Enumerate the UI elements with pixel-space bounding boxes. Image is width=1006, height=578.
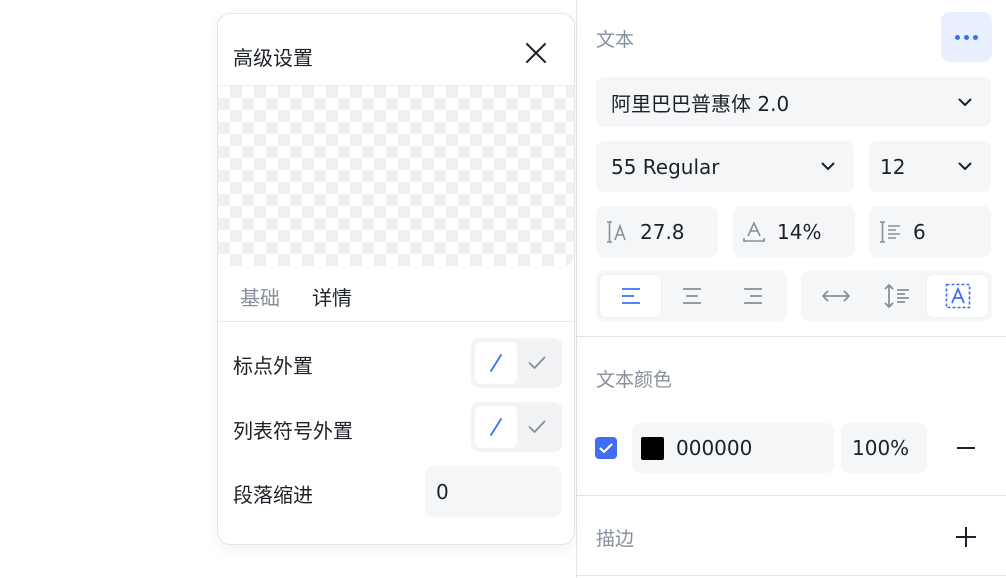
- line-height-icon: [605, 220, 631, 244]
- toggle-off-option[interactable]: [475, 406, 517, 448]
- close-button[interactable]: [520, 37, 552, 69]
- line-height-value: 27.8: [640, 219, 685, 244]
- fill-opacity-value: 100%: [852, 436, 910, 460]
- align-left-icon: [621, 288, 640, 304]
- color-swatch[interactable]: [641, 436, 664, 460]
- font-weight-select[interactable]: 55 Regular: [596, 141, 854, 192]
- auto-width-button[interactable]: [805, 275, 866, 317]
- transparent-preview-area: [218, 85, 574, 266]
- plus-icon: [956, 527, 976, 547]
- line-height-input[interactable]: 27.8: [596, 206, 718, 257]
- align-left-button[interactable]: [600, 275, 661, 317]
- paragraph-indent-label: 段落缩进: [233, 483, 313, 507]
- paragraph-spacing-value: 6: [913, 219, 926, 244]
- paragraph-indent-input[interactable]: 0: [425, 466, 562, 517]
- remove-fill-button[interactable]: [951, 436, 981, 460]
- fixed-size-icon: [945, 283, 970, 309]
- list-marker-hanging-label: 列表符号外置: [233, 419, 353, 443]
- slash-icon: [489, 418, 502, 436]
- text-color-section-title: 文本颜色: [596, 369, 673, 391]
- font-family-value: 阿里巴巴普惠体 2.0: [611, 91, 790, 116]
- tab-details[interactable]: 详情: [312, 282, 352, 311]
- letter-spacing-input[interactable]: 14%: [733, 206, 855, 257]
- text-align-control: [596, 271, 787, 321]
- paragraph-spacing-icon: [878, 220, 904, 244]
- advanced-settings-popup: 高级设置 基础 详情 标点外置 列表符号外置 段落缩进 0: [217, 13, 575, 545]
- auto-width-icon: [821, 290, 850, 302]
- list-marker-hanging-toggle[interactable]: [471, 402, 562, 452]
- section-divider: [577, 336, 1006, 337]
- chevron-down-icon: [954, 156, 976, 178]
- stroke-section-title: 描边: [596, 528, 635, 550]
- section-divider: [577, 495, 1006, 496]
- fill-hex-value: 000000: [676, 436, 753, 460]
- chevron-down-icon: [954, 91, 976, 113]
- slash-icon: [489, 354, 502, 372]
- text-resize-control: [801, 271, 992, 321]
- font-family-select[interactable]: 阿里巴巴普惠体 2.0: [596, 77, 991, 127]
- letter-spacing-value: 14%: [777, 219, 822, 244]
- auto-height-icon: [883, 284, 909, 308]
- align-center-icon: [682, 288, 701, 304]
- text-section-title: 文本: [596, 29, 635, 51]
- punctuation-hanging-toggle[interactable]: [471, 338, 562, 388]
- font-size-select[interactable]: 12: [869, 141, 991, 192]
- align-right-button[interactable]: [722, 275, 783, 317]
- fixed-size-button[interactable]: [927, 275, 988, 317]
- font-weight-value: 55 Regular: [611, 154, 720, 179]
- auto-height-button[interactable]: [866, 275, 927, 317]
- section-divider: [577, 575, 1006, 576]
- minus-icon: [957, 447, 975, 449]
- chevron-down-icon: [817, 156, 839, 178]
- toggle-off-option[interactable]: [475, 342, 517, 384]
- fill-opacity-input[interactable]: 100%: [841, 423, 927, 473]
- check-icon: [599, 442, 613, 453]
- check-icon: [528, 420, 546, 433]
- more-dots-icon: [955, 34, 960, 40]
- check-icon: [528, 356, 546, 369]
- text-inspector-panel: 文本 阿里巴巴普惠体 2.0 55 Regular 12 27.8 14% 6 …: [576, 0, 1006, 578]
- tabs-divider: [218, 321, 574, 322]
- popup-title: 高级设置: [233, 46, 313, 70]
- more-options-button[interactable]: [941, 12, 992, 62]
- font-size-value: 12: [880, 154, 906, 179]
- fill-color-input[interactable]: 000000: [632, 423, 834, 473]
- paragraph-spacing-input[interactable]: 6: [869, 206, 991, 257]
- tab-basic[interactable]: 基础: [240, 282, 280, 311]
- paragraph-indent-value: 0: [436, 479, 449, 504]
- align-right-icon: [743, 288, 762, 304]
- add-stroke-button[interactable]: [951, 522, 981, 552]
- close-icon: [526, 43, 546, 63]
- letter-spacing-icon: [742, 220, 768, 244]
- toggle-on-option[interactable]: [517, 406, 559, 448]
- align-center-button[interactable]: [661, 275, 722, 317]
- punctuation-hanging-label: 标点外置: [233, 354, 313, 378]
- fill-visible-checkbox[interactable]: [595, 437, 617, 459]
- toggle-on-option[interactable]: [517, 342, 559, 384]
